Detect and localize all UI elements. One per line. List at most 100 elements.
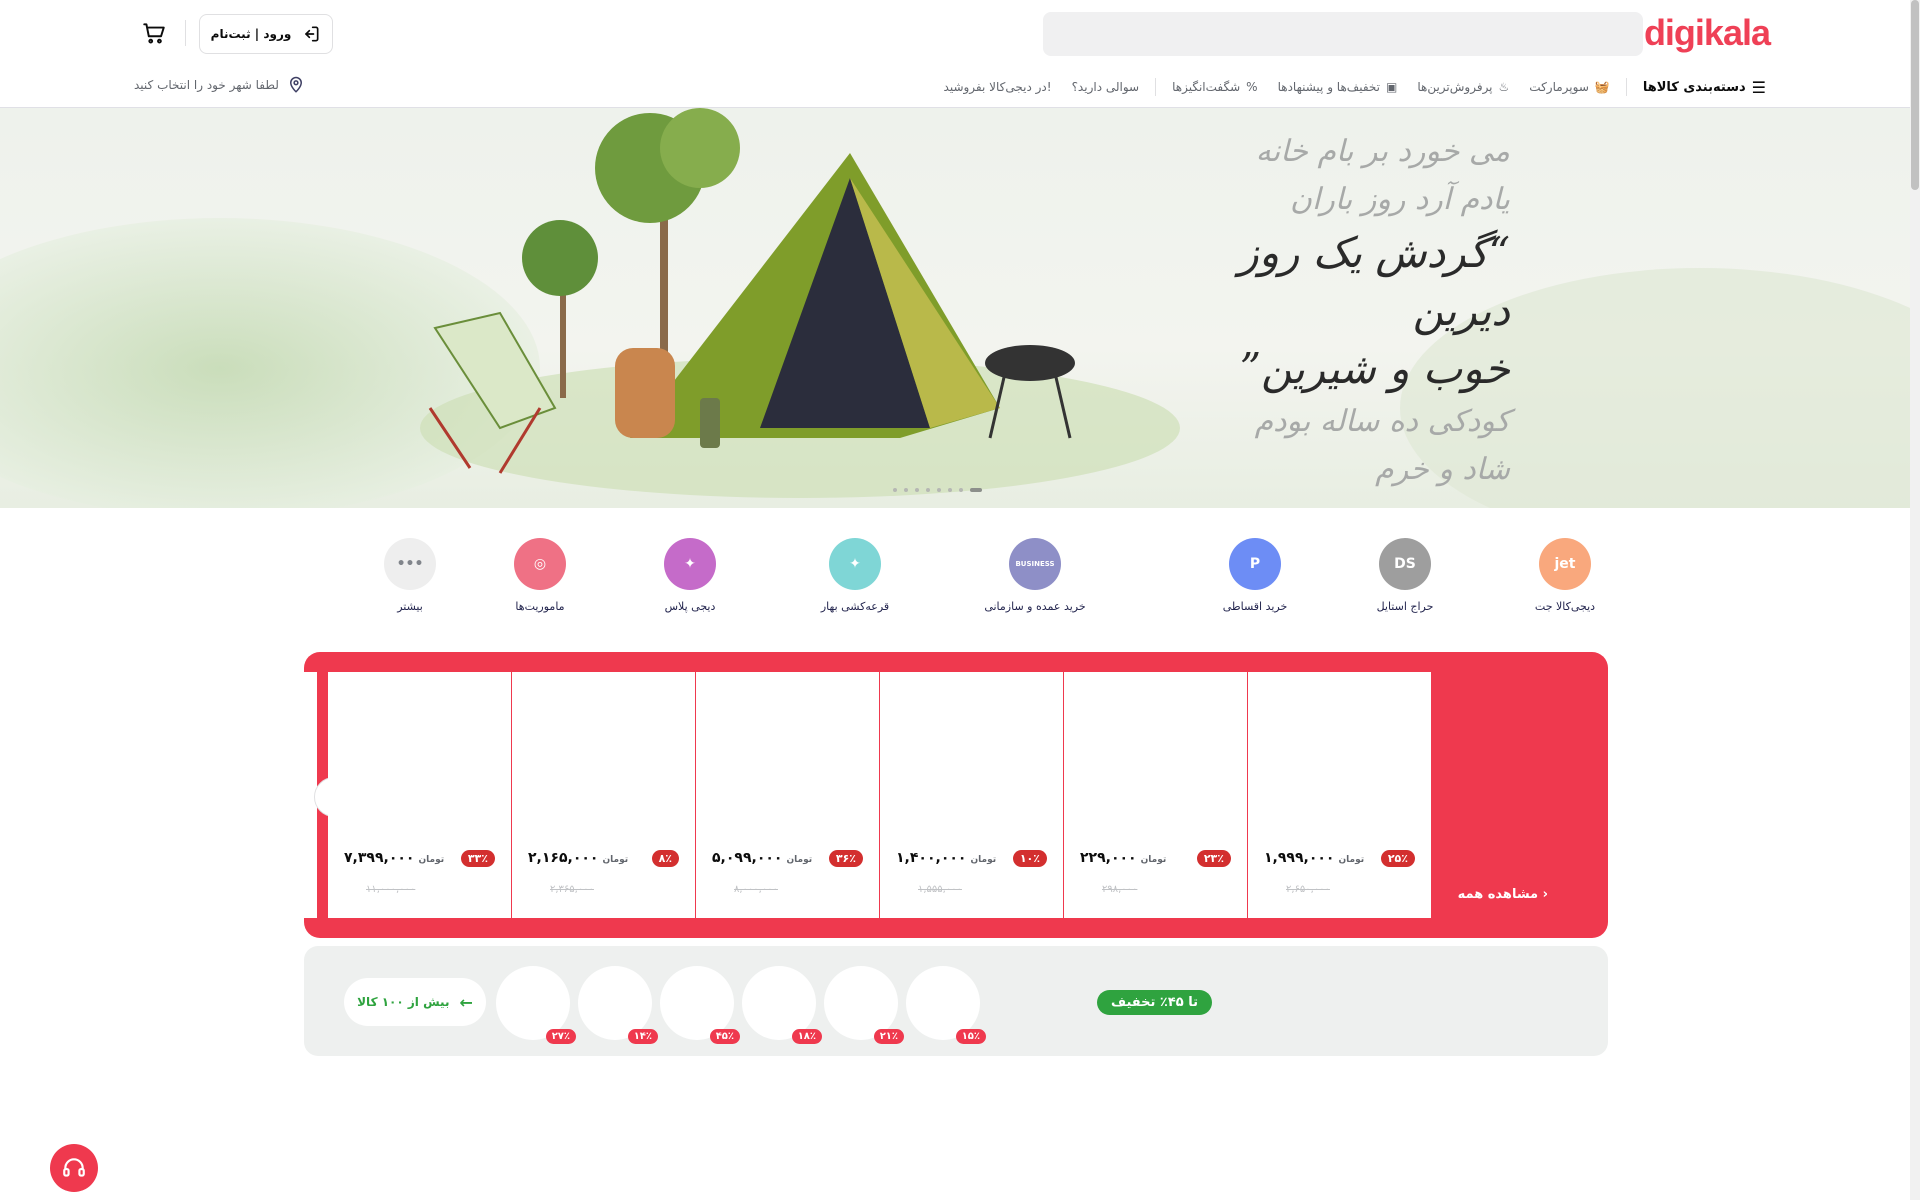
currency-label: تومان (970, 855, 997, 865)
shortcut-item[interactable]: DS حراج استایل (1340, 538, 1470, 613)
ticket-icon: ▣ (1386, 80, 1398, 94)
product-card[interactable]: ۲۵٪ ۱,۹۹۹,۰۰۰ تومان ۲,۶۵۰,۰۰۰ (1248, 672, 1431, 918)
product-price: ۱,۴۰۰,۰۰۰ تومان (896, 850, 996, 866)
banner-dot[interactable] (959, 488, 963, 492)
shortcut-item[interactable]: ◎ ماموریت‌ها (475, 538, 605, 613)
product-card[interactable]: ۸٪ ۲,۱۶۵,۰۰۰ تومان ۲,۳۶۵,۰۰۰ (512, 672, 695, 918)
nav-amazing-label: شگفت‌انگیزها (1172, 80, 1241, 94)
nav-amazing[interactable]: % شگفت‌انگیزها (1162, 80, 1267, 94)
business-icon: BUSINESS (1009, 538, 1061, 590)
nav-sell-label: در دیجی‌کالا بفروشید! (943, 80, 1052, 94)
poem-line: “گردش یک روز دیرین (1238, 228, 1510, 335)
fresh-product-circle[interactable]: ۴۵٪ (660, 966, 740, 1044)
arrow-left-icon: ← (459, 992, 473, 1012)
shortcut-item[interactable]: P خرید اقساطی (1190, 538, 1320, 613)
nav-sell[interactable]: در دیجی‌کالا بفروشید! (934, 80, 1062, 94)
product-price: ۵,۰۹۹,۰۰۰ تومان (712, 850, 812, 866)
nav-faq[interactable]: سوالی دارید؟ (1062, 80, 1150, 94)
banner-dot[interactable] (904, 488, 908, 492)
more-products-label: بیش از ۱۰۰ کالا (357, 995, 450, 1009)
more-products-button[interactable]: بیش از ۱۰۰ کالا ← (344, 978, 486, 1026)
nav-bestsellers[interactable]: ♨ پرفروش‌ترین‌ها (1407, 80, 1519, 94)
price-value: ۷,۳۹۹,۰۰۰ (344, 850, 415, 866)
shortcut-label: بیشتر (397, 600, 423, 613)
site-header: digikala ورود | ثبت‌نام ☰ دسته‌بندی کالا… (0, 0, 1910, 108)
shortcut-label: دیجی‌کالا جت (1534, 600, 1596, 613)
currency-label: تومان (1338, 855, 1365, 865)
see-all-link[interactable]: مشاهده همه › (1458, 887, 1548, 902)
location-pin-icon (289, 76, 302, 93)
jet-icon: jet (1539, 538, 1591, 590)
price-value: ۲,۱۶۵,۰۰۰ (528, 850, 599, 866)
banner-poem: می خورد بر بام خانه یادم آرد روز باران “… (1210, 128, 1510, 494)
fresh-product-circle[interactable]: ۲۷٪ (496, 966, 576, 1044)
price-value: ۵,۰۹۹,۰۰۰ (712, 850, 783, 866)
lottery-icon: ✦ (829, 538, 881, 590)
city-label: لطفا شهر خود را انتخاب کنید (134, 78, 279, 92)
old-price: ۲,۶۵۰,۰۰۰ (1286, 884, 1330, 895)
discount-badge: ۳۳٪ (460, 850, 495, 867)
product-price: ۲۲۹,۰۰۰ تومان (1080, 850, 1166, 866)
digikala-logo[interactable]: digikala (1644, 12, 1771, 54)
scrollbar-thumb[interactable] (1911, 0, 1919, 190)
nav-separator (1155, 78, 1157, 96)
shortcut-label: قرعه‌کشی بهار (820, 600, 890, 613)
search-input[interactable] (1043, 12, 1643, 56)
fire-icon: ♨ (1498, 80, 1510, 94)
percent-icon: % (1246, 80, 1258, 94)
fresh-product-circle[interactable]: ۱۸٪ (742, 966, 822, 1044)
discount-badge: ۸٪ (651, 850, 679, 867)
shortcut-item[interactable]: ✦ قرعه‌کشی بهار (790, 538, 920, 613)
nav-categories[interactable]: ☰ دسته‌بندی کالاها (1633, 78, 1776, 97)
banner-dot[interactable] (948, 488, 952, 492)
currency-label: تومان (786, 855, 813, 865)
shortcut-label: دیجی پلاس (664, 600, 716, 613)
shortcut-item[interactable]: jet دیجی‌کالا جت (1500, 538, 1630, 613)
headset-icon (63, 1158, 85, 1177)
page-scrollbar[interactable] (1910, 0, 1920, 1200)
nav-supermarket[interactable]: 🧺 سوپرمارکت (1519, 80, 1620, 94)
fresh-product-circle[interactable]: ۱۵٪ (906, 966, 986, 1044)
fresh-product-circle[interactable]: ۲۱٪ (824, 966, 904, 1044)
hero-banner[interactable]: می خورد بر بام خانه یادم آرد روز باران “… (0, 108, 1910, 508)
nav-offers[interactable]: ▣ تخفیف‌ها و پیشنهادها (1268, 80, 1408, 94)
banner-illustration (0, 108, 1910, 508)
city-selector[interactable]: لطفا شهر خود را انتخاب کنید (134, 76, 305, 94)
shortcut-item[interactable]: BUSINESS خرید عمده و سازمانی (970, 538, 1100, 613)
discount-badge: ۴۵٪ (709, 1029, 740, 1044)
discount-badge: ۱۵٪ (955, 1029, 986, 1044)
nav-offers-label: تخفیف‌ها و پیشنهادها (1277, 80, 1380, 94)
product-card[interactable]: ۳۳٪ ۷,۳۹۹,۰۰۰ تومان ۱۱,۰۰۰,۰۰۰ (328, 672, 511, 918)
discount-badge: ۲۱٪ (873, 1029, 904, 1044)
fresh-offers-strip[interactable]: تا ۴۵٪ تخفیف بیش از ۱۰۰ کالا ← ۱۵٪ ۲۱٪ ۱۸٪… (304, 946, 1608, 1056)
style-sale-icon: DS (1379, 538, 1431, 590)
product-card[interactable]: ۳۶٪ ۵,۰۹۹,۰۰۰ تومان ۸,۰۰۰,۰۰۰ (696, 672, 879, 918)
nav-bestsellers-label: پرفروش‌ترین‌ها (1417, 80, 1493, 94)
banner-dot-active[interactable] (970, 488, 982, 492)
old-price: ۱,۵۵۵,۰۰۰ (918, 884, 962, 895)
shortcut-item[interactable]: ✦ دیجی پلاس (625, 538, 755, 613)
header-divider (185, 20, 186, 46)
shortcut-label: خرید عمده و سازمانی (984, 600, 1086, 613)
hamburger-icon: ☰ (1751, 77, 1766, 97)
product-price: ۷,۳۹۹,۰۰۰ تومان (344, 850, 444, 866)
chevron-left-icon: › (1542, 887, 1548, 902)
see-all-label: مشاهده همه (1457, 887, 1539, 902)
banner-dot[interactable] (915, 488, 919, 492)
support-button[interactable] (50, 1144, 98, 1192)
fresh-product-circle[interactable]: ۱۴٪ (578, 966, 658, 1044)
banner-dot[interactable] (893, 488, 897, 492)
shortcut-item[interactable]: ••• بیشتر (345, 538, 475, 613)
product-price: ۲,۱۶۵,۰۰۰ تومان (528, 850, 628, 866)
product-card[interactable]: ۲۳٪ ۲۲۹,۰۰۰ تومان ۲۹۸,۰۰۰ (1064, 672, 1247, 918)
basket-icon: 🧺 (1594, 80, 1610, 94)
fresh-discount-badge: تا ۴۵٪ تخفیف (1096, 990, 1212, 1015)
banner-dot[interactable] (937, 488, 941, 492)
currency-label: تومان (418, 855, 445, 865)
login-register-button[interactable]: ورود | ثبت‌نام (199, 14, 333, 54)
poem-line: شاد و خرم (1375, 452, 1510, 487)
cart-icon[interactable] (141, 20, 167, 46)
banner-dot[interactable] (926, 488, 930, 492)
currency-label: تومان (602, 855, 629, 865)
product-card[interactable]: ۱۰٪ ۱,۴۰۰,۰۰۰ تومان ۱,۵۵۵,۰۰۰ (880, 672, 1063, 918)
